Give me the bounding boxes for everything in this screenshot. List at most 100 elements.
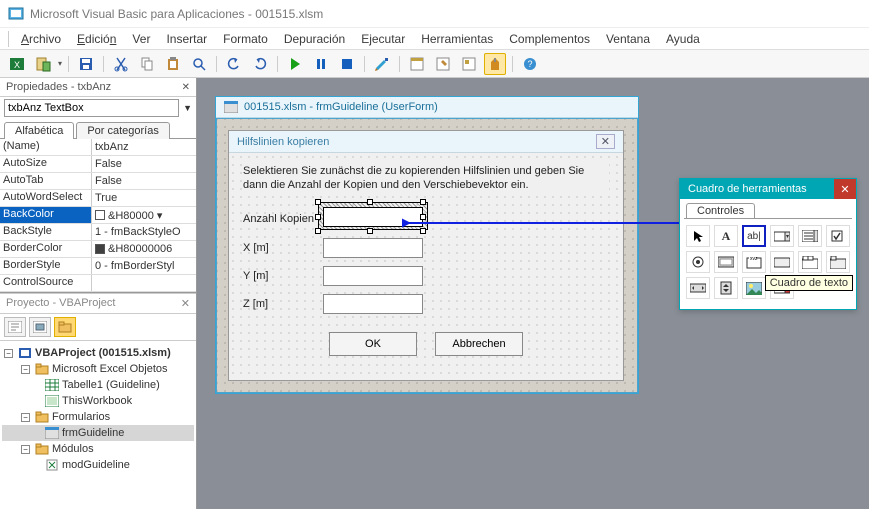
property-row: AutoSizeFalse — [0, 156, 196, 173]
menu-addins[interactable]: Complementos — [503, 30, 596, 48]
properties-panel-title: Propiedades - txbAnz ✕ — [0, 78, 196, 97]
menu-file[interactable]: Archivo — [15, 30, 67, 48]
ok-button[interactable]: OK — [329, 332, 417, 356]
tool-object-browser[interactable] — [458, 53, 480, 75]
menu-insert[interactable]: Insertar — [160, 30, 213, 48]
property-row: BackStyle1 - fmBackStyleO — [0, 224, 196, 241]
tool-help[interactable]: ? — [519, 53, 541, 75]
app-title: Microsoft Visual Basic para Aplicaciones… — [30, 7, 323, 21]
tool-find[interactable] — [188, 53, 210, 75]
cancel-button[interactable]: Abbrechen — [435, 332, 523, 356]
toolbox-combobox-icon[interactable] — [770, 225, 794, 247]
svg-text:xvz: xvz — [750, 256, 758, 262]
collapse-icon[interactable]: − — [21, 445, 30, 454]
property-row: AutoWordSelectTrue — [0, 190, 196, 207]
svg-text:X: X — [14, 60, 20, 70]
properties-object-selector[interactable] — [4, 99, 179, 117]
userform-surface[interactable]: Hilfslinien kopieren ✕ Selektieren Sie z… — [228, 130, 624, 381]
close-icon[interactable]: ✕ — [596, 134, 615, 149]
textbox-anzahl-selected[interactable] — [323, 207, 423, 227]
collapse-icon[interactable]: − — [21, 413, 30, 422]
properties-tab-categorized[interactable]: Por categorías — [76, 122, 170, 139]
toolbox-multipage-icon[interactable] — [826, 251, 850, 273]
properties-tab-alphabetical[interactable]: Alfabética — [4, 122, 74, 139]
left-dock: Propiedades - txbAnz ✕ ▼ Alfabética Por … — [0, 78, 197, 509]
property-row: ControlSource — [0, 275, 196, 292]
toolbox-togglebutton-icon[interactable] — [714, 251, 738, 273]
menu-edit[interactable]: Edición — [71, 30, 122, 48]
toolbox-tabstrip-icon[interactable] — [798, 251, 822, 273]
label-z: Z [m] — [243, 298, 323, 310]
toolbar: X ▾ ? — [0, 50, 869, 78]
menu-window[interactable]: Ventana — [600, 30, 656, 48]
collapse-icon[interactable]: − — [21, 365, 30, 374]
menu-help[interactable]: Ayuda — [660, 30, 706, 48]
collapse-icon[interactable]: − — [4, 349, 13, 358]
tool-copy[interactable] — [136, 53, 158, 75]
textbox-z[interactable] — [323, 294, 423, 314]
label-y: Y [m] — [243, 270, 323, 282]
label-anzahl: Anzahl Kopien — [243, 213, 323, 225]
tool-save[interactable] — [75, 53, 97, 75]
tool-properties[interactable] — [432, 53, 454, 75]
project-tree[interactable]: −VBAProject (001515.xlsm) −Microsoft Exc… — [0, 341, 196, 509]
tool-insert[interactable] — [32, 53, 54, 75]
property-row-selected: BackColor&H80000 ▾ — [0, 207, 196, 224]
tool-toolbox[interactable] — [484, 53, 506, 75]
menu-format[interactable]: Formato — [217, 30, 274, 48]
project-view-object[interactable] — [29, 317, 51, 337]
mdi-child-window[interactable]: 001515.xlsm - frmGuideline (UserForm) Hi… — [215, 96, 639, 394]
tool-cut[interactable] — [110, 53, 132, 75]
toolbox-pointer-icon[interactable] — [686, 225, 710, 247]
svg-text:?: ? — [528, 59, 533, 69]
toolbox-textbox-icon[interactable]: ab| — [742, 225, 766, 247]
project-close-icon[interactable]: ✕ — [181, 297, 190, 310]
toolbox-label-icon[interactable]: A — [714, 225, 738, 247]
toolbox-image-icon[interactable] — [742, 277, 766, 299]
module-icon — [45, 459, 59, 471]
tool-break[interactable] — [310, 53, 332, 75]
toolbox-scrollbar-icon[interactable] — [686, 277, 710, 299]
mdi-area: 001515.xlsm - frmGuideline (UserForm) Hi… — [197, 78, 869, 509]
tool-paste[interactable] — [162, 53, 184, 75]
tool-project-explorer[interactable] — [406, 53, 428, 75]
menu-debug[interactable]: Depuración — [278, 30, 351, 48]
dropdown-icon[interactable]: ▼ — [183, 103, 192, 113]
sheet-icon — [45, 379, 59, 391]
folder-icon — [35, 363, 49, 375]
textbox-y[interactable] — [323, 266, 423, 286]
tool-redo[interactable] — [249, 53, 271, 75]
toolbox-checkbox-icon[interactable] — [826, 225, 850, 247]
toolbox-spinbutton-icon[interactable] — [714, 277, 738, 299]
tool-view-excel[interactable]: X — [6, 53, 28, 75]
project-view-code[interactable] — [4, 317, 26, 337]
app-titlebar: Microsoft Visual Basic para Aplicaciones… — [0, 0, 869, 28]
tool-undo[interactable] — [223, 53, 245, 75]
toolbox-frame-icon[interactable]: xvz — [742, 251, 766, 273]
menu-run[interactable]: Ejecutar — [355, 30, 411, 48]
toolbox-listbox-icon[interactable] — [798, 225, 822, 247]
menu-tools[interactable]: Herramientas — [415, 30, 499, 48]
toolbox-titlebar[interactable]: Cuadro de herramientas ✕ — [680, 179, 856, 199]
menubar: Archivo Edición Ver Insertar Formato Dep… — [0, 28, 869, 50]
tool-design-mode[interactable] — [371, 53, 393, 75]
toolbox-close-icon[interactable]: ✕ — [834, 179, 856, 199]
properties-grid[interactable]: (Name)txbAnz AutoSizeFalse AutoTabFalse … — [0, 139, 196, 293]
mdi-child-titlebar[interactable]: 001515.xlsm - frmGuideline (UserForm) — [216, 97, 638, 118]
toolbox-commandbutton-icon[interactable] — [770, 251, 794, 273]
textbox-x[interactable] — [323, 238, 423, 258]
toolbox-optionbutton-icon[interactable] — [686, 251, 710, 273]
project-toggle-folders[interactable] — [54, 317, 76, 337]
project-toolbar — [0, 314, 196, 341]
property-row: BorderColor&H80000006 — [0, 241, 196, 258]
tool-run[interactable] — [284, 53, 306, 75]
instruction-label: Selektieren Sie zunächst die zu kopieren… — [243, 163, 609, 193]
toolbox-tab-controls[interactable]: Controles — [686, 203, 755, 218]
color-swatch-icon — [95, 210, 105, 220]
tool-reset[interactable] — [336, 53, 358, 75]
project-panel-title: Proyecto - VBAProject ✕ — [0, 293, 196, 314]
color-swatch-icon — [95, 244, 105, 254]
property-row: BorderStyle0 - fmBorderStyl — [0, 258, 196, 275]
menu-view[interactable]: Ver — [126, 30, 156, 48]
properties-close-icon[interactable]: ✕ — [182, 82, 190, 93]
